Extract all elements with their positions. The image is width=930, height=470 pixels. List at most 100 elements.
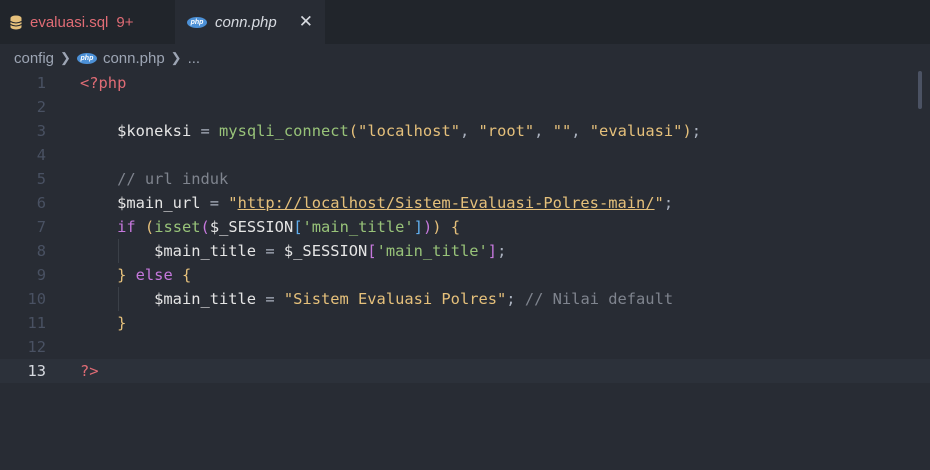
code-line[interactable]: 9 } else { bbox=[0, 263, 930, 287]
code-text: $koneksi = mysqli_connect("localhost", "… bbox=[80, 119, 701, 143]
code-line[interactable]: 12 bbox=[0, 335, 930, 359]
code-token: { bbox=[450, 218, 461, 236]
breadcrumb: config ❯ php conn.php ❯ ... bbox=[0, 44, 930, 72]
tab-label: conn.php bbox=[215, 13, 277, 31]
code-token: mysqli_connect bbox=[219, 122, 349, 140]
code-token: , bbox=[571, 122, 590, 140]
tab-conn-php[interactable]: php conn.php ✕ bbox=[175, 0, 325, 44]
close-icon[interactable]: ✕ bbox=[299, 12, 313, 32]
code-text: <?php bbox=[80, 71, 126, 95]
code-line[interactable]: 3 $koneksi = mysqli_connect("localhost",… bbox=[0, 119, 930, 143]
scrollbar[interactable] bbox=[918, 71, 922, 109]
code-token: ; bbox=[691, 122, 702, 140]
line-number: 1 bbox=[36, 74, 46, 92]
code-token: else bbox=[135, 266, 173, 284]
code-token: ) bbox=[682, 122, 692, 140]
php-icon: php bbox=[187, 16, 207, 28]
code-text: $main_url = "http://localhost/Sistem-Eva… bbox=[80, 191, 673, 215]
code-token: [ bbox=[293, 218, 303, 236]
code-line[interactable]: 8 $main_title = $_SESSION['main_title']; bbox=[0, 239, 930, 263]
php-icon: php bbox=[76, 52, 97, 64]
code-token: ) bbox=[422, 218, 433, 236]
code-line[interactable]: 10 $main_title = "Sistem Evaluasi Polres… bbox=[0, 287, 930, 311]
code-line[interactable]: 4 bbox=[0, 143, 930, 167]
code-token: http://localhost/Sistem-Evaluasi-Polres-… bbox=[237, 194, 655, 212]
code-text: $main_title = $_SESSION['main_title']; bbox=[80, 239, 506, 263]
code-text: } bbox=[80, 311, 126, 335]
breadcrumb-tail[interactable]: ... bbox=[188, 50, 201, 67]
code-token: // Nilai default bbox=[524, 290, 674, 308]
breadcrumb-file[interactable]: conn.php bbox=[103, 50, 165, 67]
code-token: { bbox=[182, 266, 192, 284]
line-number: 4 bbox=[36, 146, 46, 164]
tab-evaluasi-sql[interactable]: evaluasi.sql 9+ bbox=[0, 0, 174, 44]
code-text: } else { bbox=[80, 263, 191, 287]
breadcrumb-folder[interactable]: config bbox=[14, 50, 54, 67]
code-token: 'main_title' bbox=[302, 218, 414, 236]
line-number: 5 bbox=[36, 170, 46, 188]
code-line[interactable]: 1 <?php bbox=[0, 71, 930, 95]
code-line[interactable]: 6 $main_url = "http://localhost/Sistem-E… bbox=[0, 191, 930, 215]
code-token: = bbox=[256, 290, 284, 308]
line-number: 7 bbox=[36, 218, 46, 236]
line-number: 10 bbox=[27, 290, 46, 308]
code-token: ] bbox=[487, 242, 498, 260]
code-token: $_SESSION bbox=[209, 218, 294, 236]
line-number: 13 bbox=[27, 362, 46, 380]
code-token: "localhost" bbox=[358, 122, 460, 140]
code-token: } bbox=[117, 314, 127, 332]
code-text: ?> bbox=[80, 359, 99, 383]
code-token: "Sistem Evaluasi Polres" bbox=[283, 290, 507, 308]
code-token: $main_url bbox=[117, 194, 201, 212]
code-token: = bbox=[200, 194, 229, 212]
code-line[interactable]: 13 ?> bbox=[0, 359, 930, 383]
tab-bar: evaluasi.sql 9+ php conn.php ✕ bbox=[0, 0, 930, 44]
code-token: "" bbox=[552, 122, 572, 140]
code-token: , bbox=[459, 122, 479, 140]
code-token: ] bbox=[413, 218, 423, 236]
code-token: " bbox=[228, 194, 238, 212]
code-token: ?> bbox=[80, 362, 99, 380]
code-line[interactable]: 7 if (isset($_SESSION['main_title'])) { bbox=[0, 215, 930, 239]
database-icon bbox=[10, 15, 22, 29]
code-text: $main_title = "Sistem Evaluasi Polres"; … bbox=[80, 287, 673, 311]
code-line[interactable]: 11 } bbox=[0, 311, 930, 335]
code-editor[interactable]: 1 <?php 2 3 $koneksi = mysqli_connect("loca… bbox=[0, 71, 930, 470]
code-token: $_SESSION bbox=[283, 242, 368, 260]
code-token: <?php bbox=[80, 74, 127, 92]
line-number: 12 bbox=[27, 338, 46, 356]
line-number: 6 bbox=[36, 194, 46, 212]
code-token: ; bbox=[506, 290, 516, 308]
code-token: ( bbox=[348, 122, 359, 140]
line-number: 8 bbox=[36, 242, 46, 260]
code-token: ( bbox=[144, 218, 155, 236]
code-token: "evaluasi" bbox=[589, 122, 683, 140]
code-token: ; bbox=[497, 242, 507, 260]
problems-badge: 9+ bbox=[116, 13, 134, 31]
line-number: 11 bbox=[27, 314, 46, 332]
code-token: [ bbox=[367, 242, 377, 260]
code-token: // url induk bbox=[117, 170, 229, 188]
code-line[interactable]: 5 // url induk bbox=[0, 167, 930, 191]
code-token: } bbox=[117, 266, 127, 284]
code-token: "root" bbox=[478, 122, 535, 140]
code-token: ; bbox=[663, 194, 674, 212]
code-token: $koneksi bbox=[117, 122, 192, 140]
code-text: if (isset($_SESSION['main_title'])) { bbox=[80, 215, 460, 239]
code-line[interactable]: 2 bbox=[0, 95, 930, 119]
chevron-right-icon: ❯ bbox=[170, 50, 182, 65]
chevron-right-icon: ❯ bbox=[60, 50, 71, 65]
code-token: $main_title bbox=[154, 242, 257, 260]
line-number: 2 bbox=[36, 98, 46, 116]
line-number: 9 bbox=[36, 266, 46, 284]
